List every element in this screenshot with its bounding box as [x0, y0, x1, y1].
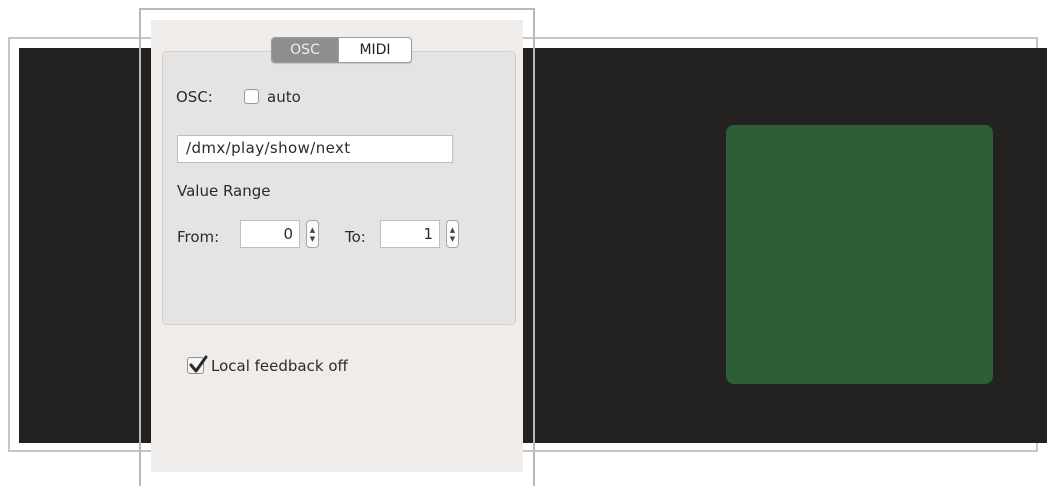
checkmark-icon	[189, 355, 208, 373]
tab-midi[interactable]: MIDI	[338, 38, 411, 62]
to-label: To:	[345, 228, 366, 246]
tab-osc[interactable]: OSC	[272, 38, 338, 62]
chevron-down-icon[interactable]: ▼	[307, 235, 318, 243]
from-field[interactable]: 0	[240, 220, 300, 248]
to-field[interactable]: 1	[380, 220, 440, 248]
local-feedback-checkbox[interactable]	[187, 355, 208, 374]
from-stepper[interactable]: ▲ ▼	[306, 220, 319, 248]
protocol-tabs[interactable]: OSC MIDI	[271, 37, 412, 63]
to-stepper[interactable]: ▲ ▼	[446, 220, 459, 248]
chevron-down-icon[interactable]: ▼	[447, 235, 458, 243]
value-range-title: Value Range	[177, 182, 271, 200]
pad-widget[interactable]	[726, 125, 993, 384]
osc-address-input[interactable]: /dmx/play/show/next	[177, 135, 453, 163]
local-feedback-label[interactable]: Local feedback off	[211, 357, 348, 375]
app-window: OSC MIDI OSC: auto /dmx/play/show/next V…	[0, 0, 1047, 486]
osc-label: OSC:	[176, 88, 213, 106]
auto-checkbox[interactable]	[244, 89, 259, 104]
auto-label[interactable]: auto	[267, 88, 301, 106]
chevron-up-icon[interactable]: ▲	[447, 226, 458, 234]
from-label: From:	[177, 228, 220, 246]
chevron-up-icon[interactable]: ▲	[307, 226, 318, 234]
